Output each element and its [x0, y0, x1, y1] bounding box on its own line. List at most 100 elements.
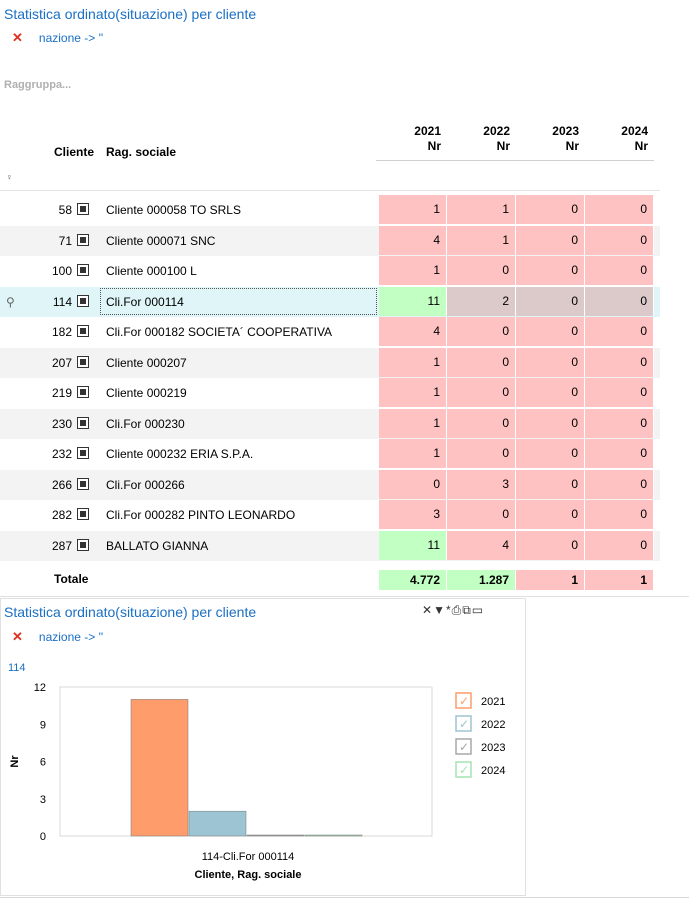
- value-cell-2024[interactable]: 0: [585, 225, 654, 255]
- table-row[interactable]: 219 Cliente 000219 1 0 0 0: [0, 378, 660, 408]
- maximize-icon[interactable]: ▭: [472, 603, 484, 617]
- value-cell-2022[interactable]: 0: [447, 378, 516, 407]
- table-row[interactable]: 287 BALLATO GIANNA 11 4 0 0: [0, 530, 660, 561]
- totals-label: Totale: [54, 572, 89, 586]
- value-cell-2024[interactable]: 0: [585, 408, 654, 438]
- value-cell-2024[interactable]: 0: [585, 530, 654, 560]
- value-cell-2024[interactable]: 0: [585, 317, 654, 346]
- filter-row-separator: [0, 190, 660, 191]
- value-cell-2022[interactable]: 1: [447, 225, 516, 255]
- detail-button-icon[interactable]: [77, 386, 89, 398]
- value-cell-2024[interactable]: 0: [585, 286, 654, 316]
- value-cell-2021[interactable]: 4: [379, 317, 447, 346]
- table-row[interactable]: 207 Cliente 000207 1 0 0 0: [0, 347, 660, 378]
- y-tick-label: 3: [40, 794, 46, 806]
- value-cell-2021[interactable]: 11: [379, 530, 447, 560]
- value-cell-2023[interactable]: 0: [516, 195, 585, 224]
- value-cell-2023[interactable]: 0: [516, 317, 585, 346]
- value-cell-2021[interactable]: 1: [379, 439, 447, 468]
- group-by-area[interactable]: Raggruppa...: [4, 79, 71, 91]
- value-cell-2024[interactable]: 0: [585, 378, 654, 407]
- table-row[interactable]: 71 Cliente 000071 SNC 4 1 0 0: [0, 225, 660, 256]
- value-cell-2023[interactable]: 0: [516, 500, 585, 529]
- legend-check-icon: ✓: [459, 694, 469, 708]
- value-cell-2022[interactable]: 0: [447, 317, 516, 346]
- value-cell-2021[interactable]: 1: [379, 256, 447, 285]
- legend-check-icon: ✓: [459, 740, 469, 754]
- value-cell-2023[interactable]: 0: [516, 408, 585, 438]
- bar-2021: [130, 699, 189, 837]
- page-title: Statistica ordinato(situazione) per clie…: [4, 6, 257, 22]
- value-cell-2023[interactable]: 0: [516, 347, 585, 377]
- table-row[interactable]: 232 Cliente 000232 ERIA S.P.A. 1 0 0 0: [0, 439, 660, 469]
- value-cell-2021[interactable]: 1: [379, 195, 447, 224]
- value-cell-2024[interactable]: 0: [585, 439, 654, 468]
- print-icon[interactable]: ⎙: [452, 603, 463, 617]
- value-cell-2022[interactable]: 0: [447, 500, 516, 529]
- detail-button-icon[interactable]: [77, 203, 89, 215]
- table-row[interactable]: 282 Cli.For 000282 PINTO LEONARDO 3 0 0 0: [0, 500, 660, 530]
- value-cell-2024[interactable]: 0: [585, 256, 654, 285]
- value-cell-2024[interactable]: 0: [585, 469, 654, 499]
- table-row[interactable]: 266 Cli.For 000266 0 3 0 0: [0, 469, 660, 500]
- value-cell-2023[interactable]: 0: [516, 469, 585, 499]
- table-row[interactable]: ⚲ 114 Cli.For 000114 11 2 0 0: [0, 286, 660, 317]
- chart-filter-text[interactable]: nazione -> '': [39, 630, 103, 644]
- value-cell-2024[interactable]: 0: [585, 195, 654, 224]
- value-cell-2023[interactable]: 0: [516, 530, 585, 560]
- detail-button-icon[interactable]: [77, 325, 89, 337]
- client-code: 71: [58, 233, 72, 248]
- detail-button-icon[interactable]: [77, 477, 89, 490]
- wrench-icon[interactable]: ✕: [422, 603, 433, 617]
- funnel-icon[interactable]: ▼*: [433, 603, 452, 617]
- value-cell-2023[interactable]: 0: [516, 378, 585, 407]
- header-year-2021[interactable]: 2021 Nr: [381, 124, 441, 154]
- detail-button-icon[interactable]: [77, 294, 89, 307]
- value-cell-2022[interactable]: 0: [447, 408, 516, 438]
- detail-button-icon[interactable]: [77, 538, 89, 551]
- value-cell-2021[interactable]: 11: [379, 286, 447, 316]
- detail-button-icon[interactable]: [77, 233, 89, 246]
- value-cell-2021[interactable]: 4: [379, 225, 447, 255]
- value-cell-2021[interactable]: 1: [379, 408, 447, 438]
- value-cell-2022[interactable]: 4: [447, 530, 516, 560]
- value-cell-2022[interactable]: 1: [447, 195, 516, 224]
- table-row[interactable]: 230 Cli.For 000230 1 0 0 0: [0, 408, 660, 439]
- value-cell-2024[interactable]: 0: [585, 347, 654, 377]
- header-year-2024[interactable]: 2024 Nr: [588, 124, 648, 154]
- value-cell-2023[interactable]: 0: [516, 439, 585, 468]
- value-cell-2021[interactable]: 3: [379, 500, 447, 529]
- value-cell-2021[interactable]: 0: [379, 469, 447, 499]
- value-cell-2022[interactable]: 0: [447, 256, 516, 285]
- value-cell-2023[interactable]: 0: [516, 286, 585, 316]
- detail-button-icon[interactable]: [77, 447, 89, 459]
- table-row[interactable]: 58 Cliente 000058 TO SRLS 1 1 0 0: [0, 195, 660, 225]
- value-cell-2023[interactable]: 0: [516, 256, 585, 285]
- value-cell-2022[interactable]: 2: [447, 286, 516, 316]
- filter-text[interactable]: nazione -> '': [39, 31, 103, 45]
- value-cell-2023[interactable]: 0: [516, 225, 585, 255]
- client-code: 266: [51, 477, 72, 492]
- detail-button-icon[interactable]: [77, 355, 89, 368]
- value-cell-2024[interactable]: 0: [585, 500, 654, 529]
- value-cell-2021[interactable]: 1: [379, 378, 447, 407]
- filter-row-icon[interactable]: ♀: [6, 172, 13, 182]
- chart-remove-filter-icon[interactable]: ✕: [12, 629, 23, 644]
- value-cell-2021[interactable]: 1: [379, 347, 447, 377]
- client-code: 58: [58, 203, 72, 217]
- detail-button-icon[interactable]: [77, 508, 89, 520]
- header-rag-sociale[interactable]: Rag. sociale: [106, 145, 176, 159]
- detail-button-icon[interactable]: [77, 416, 89, 429]
- detail-button-icon[interactable]: [77, 264, 89, 276]
- export-icon[interactable]: ⧉: [462, 603, 472, 617]
- value-cell-2022[interactable]: 0: [447, 347, 516, 377]
- table-row[interactable]: 182 Cli.For 000182 SOCIETA´ COOPERATIVA 4 0…: [0, 317, 660, 347]
- header-year-2022[interactable]: 2022 Nr: [450, 124, 510, 154]
- remove-filter-icon[interactable]: ✕: [12, 30, 23, 45]
- header-cliente[interactable]: Cliente: [54, 145, 94, 159]
- value-cell-2022[interactable]: 0: [447, 439, 516, 468]
- table-row[interactable]: 100 Cliente 000100 L1000: [0, 256, 660, 286]
- header-year-2023[interactable]: 2023 Nr: [519, 124, 579, 154]
- value-cell-2022[interactable]: 3: [447, 469, 516, 499]
- legend-label: 2021: [481, 696, 505, 708]
